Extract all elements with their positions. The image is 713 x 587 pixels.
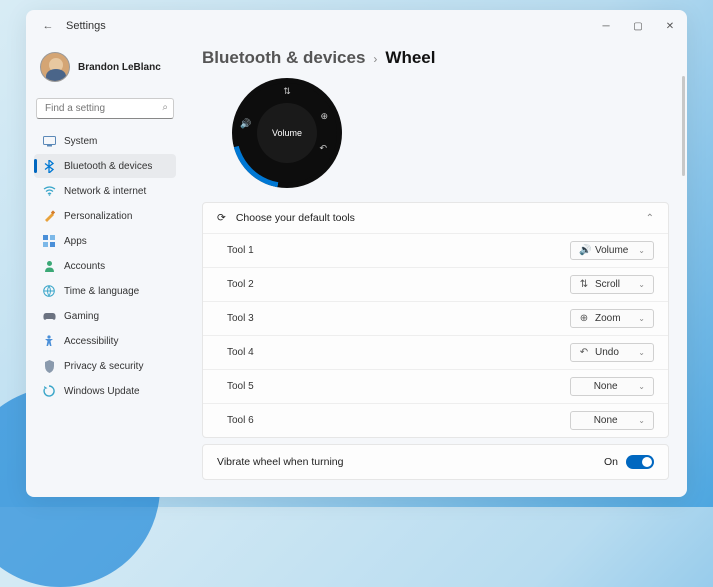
nav-label: Apps [64, 236, 87, 247]
profile[interactable]: Brandon LeBlanc [34, 48, 176, 94]
nav-label: Bluetooth & devices [64, 161, 152, 172]
maximize-button[interactable]: ▢ [631, 21, 645, 32]
tools-card: ⟳ Choose your default tools ⌃ Tool 1 🔊 V… [202, 202, 669, 438]
close-button[interactable]: ✕ [663, 21, 677, 32]
tool-4-select[interactable]: ↶ Undo ⌄ [570, 343, 654, 362]
nav-gaming[interactable]: Gaming [34, 304, 176, 328]
tool-label: Tool 4 [227, 347, 254, 358]
nav-label: Time & language [64, 286, 139, 297]
app-title: Settings [66, 20, 106, 32]
nav-label: Gaming [64, 311, 99, 322]
chevron-down-icon: ⌄ [638, 382, 645, 391]
tool-label: Tool 2 [227, 279, 254, 290]
update-icon [42, 384, 56, 398]
tools-card-header[interactable]: ⟳ Choose your default tools ⌃ [203, 203, 668, 233]
vibrate-card: Vibrate wheel when turning On [202, 444, 669, 480]
nav-list: System Bluetooth & devices Network & int… [34, 129, 176, 403]
tool-row-2: Tool 2 ⇅ Scroll ⌄ [203, 267, 668, 301]
tool-1-select[interactable]: 🔊 Volume ⌄ [570, 241, 654, 260]
tool-row-3: Tool 3 ⊕ Zoom ⌄ [203, 301, 668, 335]
chevron-right-icon: › [373, 52, 377, 66]
tool-2-select[interactable]: ⇅ Scroll ⌄ [570, 275, 654, 294]
nav-label: Personalization [64, 211, 132, 222]
nav-label: System [64, 136, 97, 147]
volume-icon: 🔊 [579, 245, 589, 256]
scroll-icon: ⇅ [283, 86, 291, 97]
shield-icon [42, 359, 56, 373]
tool-label: Tool 5 [227, 381, 254, 392]
volume-icon: 🔊 [240, 119, 251, 130]
chevron-down-icon: ⌄ [638, 280, 645, 289]
nav-privacy[interactable]: Privacy & security [34, 354, 176, 378]
nav-update[interactable]: Windows Update [34, 379, 176, 403]
wifi-icon [42, 184, 56, 198]
vibrate-label: Vibrate wheel when turning [217, 456, 343, 468]
tool-label: Tool 6 [227, 415, 254, 426]
vibrate-state: On [604, 456, 618, 468]
tool-3-select[interactable]: ⊕ Zoom ⌄ [570, 309, 654, 328]
nav-label: Network & internet [64, 186, 146, 197]
system-icon [42, 134, 56, 148]
settings-window: ← Settings ─ ▢ ✕ Brandon LeBlanc ⌕ Syste… [26, 10, 687, 497]
apps-icon [42, 234, 56, 248]
zoom-icon: ⊕ [320, 111, 328, 122]
tool-6-select[interactable]: None ⌄ [570, 411, 654, 430]
search-box[interactable]: ⌕ [36, 98, 174, 119]
paint-icon [42, 209, 56, 223]
nav-label: Accounts [64, 261, 105, 272]
tools-header-icon: ⟳ [217, 212, 226, 224]
zoom-icon: ⊕ [579, 313, 589, 324]
scroll-icon: ⇅ [579, 279, 589, 290]
tool-row-6: Tool 6 None ⌄ [203, 403, 668, 437]
tool-row-1: Tool 1 🔊 Volume ⌄ [203, 233, 668, 267]
breadcrumb-parent[interactable]: Bluetooth & devices [202, 48, 365, 68]
chevron-down-icon: ⌄ [638, 348, 645, 357]
nav-bluetooth[interactable]: Bluetooth & devices [34, 154, 176, 178]
main-content: Bluetooth & devices › Wheel ⇅ 🔊 ⊕ ↶ Volu… [184, 42, 687, 497]
tool-row-5: Tool 5 None ⌄ [203, 369, 668, 403]
titlebar: ← Settings ─ ▢ ✕ [26, 10, 687, 42]
nav-accounts[interactable]: Accounts [34, 254, 176, 278]
chevron-down-icon: ⌄ [638, 416, 645, 425]
nav-label: Privacy & security [64, 361, 143, 372]
accessibility-icon [42, 334, 56, 348]
tool-label: Tool 3 [227, 313, 254, 324]
person-icon [42, 259, 56, 273]
dial-center-label: Volume [257, 103, 317, 163]
nav-label: Windows Update [64, 386, 140, 397]
search-input[interactable] [36, 98, 174, 119]
profile-name: Brandon LeBlanc [78, 62, 161, 73]
undo-icon: ↶ [579, 347, 589, 358]
chevron-down-icon: ⌄ [638, 246, 645, 255]
page-title: Wheel [385, 48, 435, 68]
scrollbar[interactable] [682, 76, 685, 176]
avatar [40, 52, 70, 82]
minimize-button[interactable]: ─ [599, 21, 613, 32]
breadcrumb: Bluetooth & devices › Wheel [202, 48, 669, 68]
tools-header-label: Choose your default tools [236, 212, 355, 224]
gaming-icon [42, 309, 56, 323]
nav-personalization[interactable]: Personalization [34, 204, 176, 228]
wheel-dial[interactable]: ⇅ 🔊 ⊕ ↶ Volume [232, 78, 342, 188]
nav-time[interactable]: Time & language [34, 279, 176, 303]
bluetooth-icon [42, 159, 56, 173]
globe-icon [42, 284, 56, 298]
tool-label: Tool 1 [227, 245, 254, 256]
chevron-up-icon: ⌃ [646, 213, 654, 224]
undo-icon: ↶ [319, 143, 327, 154]
nav-apps[interactable]: Apps [34, 229, 176, 253]
nav-accessibility[interactable]: Accessibility [34, 329, 176, 353]
tool-5-select[interactable]: None ⌄ [570, 377, 654, 396]
nav-network[interactable]: Network & internet [34, 179, 176, 203]
sidebar: Brandon LeBlanc ⌕ System Bluetooth & dev… [26, 42, 184, 497]
tool-row-4: Tool 4 ↶ Undo ⌄ [203, 335, 668, 369]
search-icon: ⌕ [162, 102, 168, 113]
back-button[interactable]: ← [36, 20, 60, 32]
chevron-down-icon: ⌄ [638, 314, 645, 323]
vibrate-toggle[interactable] [626, 455, 654, 469]
nav-system[interactable]: System [34, 129, 176, 153]
nav-label: Accessibility [64, 336, 118, 347]
